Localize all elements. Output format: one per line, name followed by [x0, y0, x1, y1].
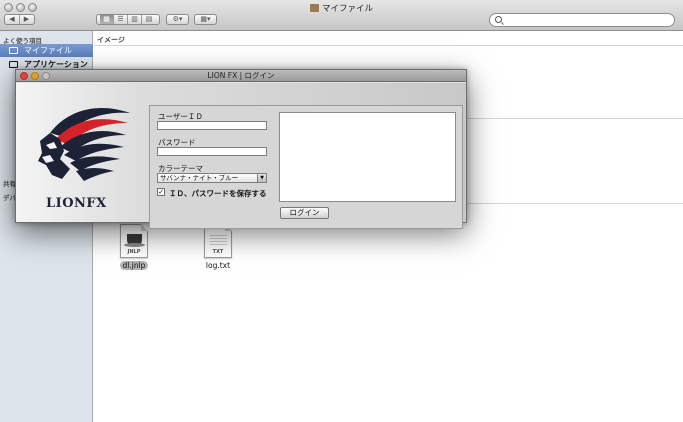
gear-icon: ⚙▾: [172, 15, 183, 23]
arrange-menu-button[interactable]: ▦▾: [194, 14, 217, 25]
list-view-icon[interactable]: ☰: [114, 15, 128, 24]
window-title: マイファイル: [310, 2, 373, 14]
password-field[interactable]: [157, 147, 267, 156]
cover-flow-icon[interactable]: ▤: [142, 15, 156, 24]
save-credentials-checkbox[interactable]: ✓: [157, 188, 165, 196]
file-item[interactable]: JNLP dl.jnlp: [114, 224, 154, 270]
java-cup-icon: JNLP: [120, 224, 148, 258]
finder-toolbar: マイファイル ◀ ▶ ▦ ☰ ▥ ▤ ⚙▾ ▦▾: [0, 0, 683, 31]
search-input[interactable]: [489, 13, 675, 27]
color-theme-select[interactable]: サバンナ・ナイト・ブルー ▼: [157, 173, 267, 183]
login-dialog: LION FX | ログイン LIONFX ユーザーＩＤ パスワード カラーテー…: [15, 69, 467, 229]
chevron-down-icon: ▼: [257, 174, 266, 182]
icon-view-icon[interactable]: ▦: [100, 15, 114, 24]
back-forward-control: ◀ ▶: [4, 14, 35, 25]
login-button[interactable]: ログイン: [280, 207, 329, 219]
minimize-button[interactable]: [16, 3, 25, 12]
column-view-icon[interactable]: ▥: [128, 15, 142, 24]
close-button[interactable]: [4, 3, 13, 12]
checkmark-icon: ✓: [158, 188, 164, 196]
dialog-body: LIONFX ユーザーＩＤ パスワード カラーテーマ サバンナ・ナイト・ブルー …: [16, 83, 466, 229]
notice-box: [279, 112, 456, 202]
file-item[interactable]: TXT log.txt: [198, 224, 238, 270]
dialog-minimize-button[interactable]: [31, 72, 39, 80]
action-menu-button[interactable]: ⚙▾: [166, 14, 189, 25]
back-icon[interactable]: ◀: [6, 15, 20, 24]
sidebar-item-my-files[interactable]: マイファイル: [0, 44, 93, 57]
forward-icon[interactable]: ▶: [20, 15, 34, 24]
lion-head-icon: [38, 107, 130, 181]
dialog-close-button[interactable]: [20, 72, 28, 80]
user-id-field[interactable]: [157, 121, 267, 130]
view-mode-control: ▦ ☰ ▥ ▤: [96, 14, 160, 25]
all-files-icon: [9, 47, 18, 54]
applications-icon: [9, 61, 18, 68]
brand-logo-text: LIONFX: [46, 196, 107, 211]
dialog-title: LION FX | ログイン: [207, 71, 275, 80]
text-document-icon: TXT: [204, 224, 232, 258]
save-credentials-label: ＩＤ、パスワードを保存する: [169, 189, 267, 198]
dialog-title-bar: LION FX | ログイン: [16, 70, 466, 82]
file-name: log.txt: [205, 261, 231, 270]
dialog-zoom-button[interactable]: [42, 72, 50, 80]
search-icon: [495, 16, 502, 23]
login-form: ユーザーＩＤ パスワード カラーテーマ サバンナ・ナイト・ブルー ▼ ✓ ＩＤ、…: [149, 105, 463, 229]
section-header: イメージ: [97, 36, 125, 44]
divider: [94, 45, 683, 46]
zoom-button[interactable]: [28, 3, 37, 12]
file-name: dl.jnlp: [119, 261, 149, 270]
folder-icon: [310, 4, 319, 12]
grid-icon: ▦▾: [200, 15, 211, 23]
